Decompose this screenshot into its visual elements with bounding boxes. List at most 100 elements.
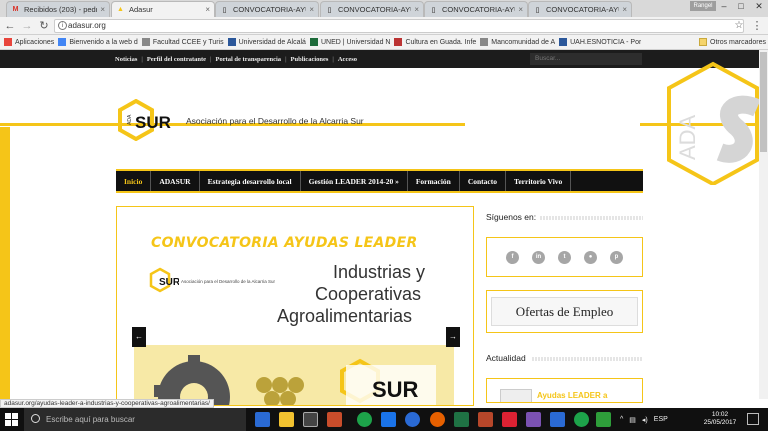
top-link[interactable]: Publicaciones	[291, 56, 329, 63]
adasur-logo[interactable]: ADA SUR	[118, 99, 178, 141]
browser-tab[interactable]: ▯ CONVOCATORIA-AYUDA×	[215, 1, 319, 17]
url-input[interactable]: i adasur.org	[54, 19, 744, 33]
ofertas-empleo-banner[interactable]: Ofertas de Empleo	[486, 290, 643, 333]
top-link[interactable]: Perfil del contratante	[147, 56, 206, 63]
decorative-big-logo: ADA	[667, 61, 760, 185]
site-search-input[interactable]: Buscar...	[530, 53, 642, 65]
bookmark-item[interactable]: UAH.ESNOTICIA - Por	[559, 38, 641, 46]
slider-next-button[interactable]: →	[446, 327, 460, 347]
app-active-icon[interactable]	[596, 412, 611, 427]
social-links: f in t ● p	[486, 237, 643, 277]
bookmark-item[interactable]: UNED | Universidad N	[309, 38, 390, 46]
browser-tab[interactable]: M Recibidos (203) - pedro ×	[6, 1, 110, 17]
windows-start-icon[interactable]	[5, 413, 18, 426]
store-icon[interactable]	[303, 412, 318, 427]
slider-prev-button[interactable]: ←	[132, 327, 146, 347]
keyboard-language[interactable]: ESP	[654, 416, 668, 423]
browser-tab[interactable]: ▯ CONVOCATORIA-AYUD×	[528, 1, 632, 17]
bookmark-item[interactable]: Bienvenido a la web d	[58, 38, 138, 46]
slide-line-1: Industrias y	[333, 262, 426, 282]
scrollbar-thumb[interactable]	[760, 52, 767, 152]
linkedin-icon[interactable]: in	[532, 250, 545, 264]
panel-logo-text: SUR	[372, 377, 419, 402]
bookmark-label: Cultura en Guada. Infe	[405, 38, 477, 46]
powerpoint-icon[interactable]	[478, 412, 493, 427]
nav-item[interactable]: Formación	[408, 171, 460, 191]
edge-icon[interactable]	[255, 412, 270, 427]
taskbar-search-input[interactable]: Escribe aquí para buscar	[24, 408, 246, 431]
tab-close-icon[interactable]: ×	[100, 5, 105, 14]
ie-icon[interactable]	[405, 412, 420, 427]
twitter-icon[interactable]: t	[558, 250, 571, 264]
bookmark-favicon-icon	[58, 38, 67, 46]
tab-close-icon[interactable]: ×	[309, 5, 314, 14]
browser-tab[interactable]: ▯ CONVOCATORIA-AYUD×	[320, 1, 424, 17]
separator: |	[332, 55, 334, 63]
notification-icon[interactable]	[747, 413, 759, 425]
news-thumbnail	[500, 389, 532, 402]
news-slider[interactable]: CONVOCATORIA AYUDAS LEADER SUR Asociació…	[116, 206, 474, 406]
volume-icon[interactable]: ◂)	[642, 416, 648, 424]
nav-item[interactable]: Inicio	[116, 171, 152, 191]
bookmark-label: Aplicaciones	[15, 38, 55, 46]
chrome-icon[interactable]	[357, 412, 372, 427]
maximize-icon[interactable]: □	[733, 0, 749, 12]
pinterest-icon[interactable]: p	[610, 250, 623, 264]
tab-close-icon[interactable]: ×	[414, 5, 419, 14]
excel-icon[interactable]	[454, 412, 469, 427]
news-title[interactable]: Ayudas LEADER a industrias y	[537, 391, 637, 402]
news-item[interactable]: Ayudas LEADER a industrias y	[486, 378, 643, 403]
bookmark-item[interactable]: Facultad CCEE y Turis	[141, 38, 224, 46]
flickr-icon[interactable]: ●	[584, 250, 597, 264]
minimize-icon[interactable]: –	[716, 0, 732, 12]
tab-title: CONVOCATORIA-AYUDA	[233, 5, 306, 14]
bookmark-item[interactable]: Mancomunidad de A	[480, 38, 555, 46]
file-explorer-icon[interactable]	[279, 412, 294, 427]
menu-icon[interactable]: ⋮	[750, 19, 764, 33]
tab-close-icon[interactable]: ×	[622, 5, 627, 14]
taskbar-clock[interactable]: 10:02 25/05/2017	[700, 411, 740, 427]
slide-line-3: Agroalimentarias	[277, 306, 413, 326]
chrome-icon[interactable]	[574, 412, 589, 427]
browser-tab[interactable]: ▯ CONVOCATORIA-AYUD×	[424, 1, 528, 17]
nav-item[interactable]: Estrategia desarrollo local	[200, 171, 301, 191]
top-link[interactable]: Portal de transparencia	[215, 56, 281, 63]
gear-grapes-illustration: SUR	[154, 355, 436, 405]
facebook-icon[interactable]: f	[506, 250, 519, 264]
nav-item[interactable]: ADASUR	[151, 171, 200, 191]
office-icon[interactable]	[327, 412, 342, 427]
tab-close-icon[interactable]: ×	[205, 5, 210, 14]
separator: |	[210, 55, 212, 63]
top-link[interactable]: Acceso	[338, 56, 357, 63]
document-icon: ▯	[431, 6, 436, 14]
nav-item[interactable]: Gestión LEADER 2014-20 »	[301, 171, 408, 191]
reload-icon[interactable]: ↻	[37, 19, 51, 33]
tab-title: CONVOCATORIA-AYUD	[442, 5, 515, 14]
bookmark-star-icon[interactable]: ☆	[732, 19, 746, 33]
profile-chip[interactable]: Rangel	[690, 1, 716, 11]
back-icon[interactable]: ←	[3, 19, 17, 33]
nav-item[interactable]: Territorio Vivo	[506, 171, 572, 191]
logo-text: SUR	[135, 113, 171, 132]
forward-icon[interactable]: →	[20, 19, 34, 33]
word-icon[interactable]	[381, 412, 396, 427]
nav-item[interactable]: Contacto	[460, 171, 507, 191]
ofertas-label: Ofertas de Empleo	[491, 297, 638, 326]
firefox-icon[interactable]	[430, 412, 445, 427]
site-info-icon[interactable]: i	[58, 21, 67, 30]
network-icon[interactable]: ▤	[629, 416, 636, 424]
acrobat-icon[interactable]	[502, 412, 517, 427]
outlook-icon[interactable]	[550, 412, 565, 427]
browser-tab[interactable]: ▲ Adasur ×	[111, 1, 215, 17]
close-icon[interactable]: ✕	[751, 0, 767, 12]
other-bookmarks[interactable]: Otros marcadores	[699, 38, 766, 46]
tab-close-icon[interactable]: ×	[518, 5, 523, 14]
chevron-up-icon[interactable]: ^	[620, 416, 623, 423]
top-link[interactable]: Noticias	[115, 56, 137, 63]
bookmark-item[interactable]: Cultura en Guada. Infe	[394, 38, 476, 46]
bookmark-item[interactable]: Universidad de Alcalá	[227, 38, 306, 46]
bookmark-favicon-icon	[309, 38, 318, 46]
bookmark-item[interactable]: Aplicaciones	[4, 38, 54, 46]
title-divider	[540, 216, 643, 220]
app-icon[interactable]	[526, 412, 541, 427]
